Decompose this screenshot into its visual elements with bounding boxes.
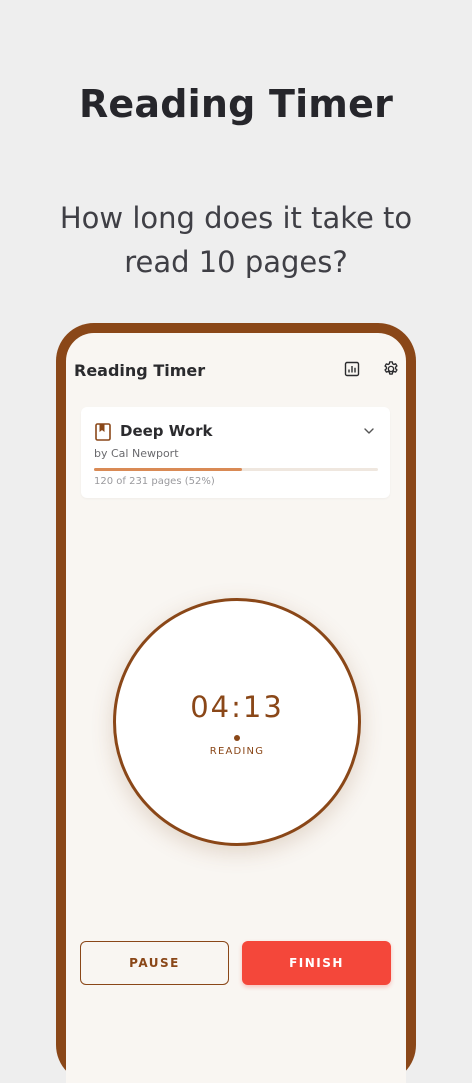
timer-circle: 04:13 READING	[113, 598, 361, 846]
app-title: Reading Timer	[74, 361, 206, 380]
timer-display: 04:13	[190, 690, 284, 724]
settings-button[interactable]	[375, 353, 406, 385]
reading-progress-bar	[94, 468, 378, 471]
book-author: by Cal Newport	[94, 447, 179, 460]
finish-button[interactable]: FINISH	[242, 941, 391, 985]
status-dot	[234, 735, 240, 741]
reading-progress-fill	[94, 468, 242, 471]
phone-frame: Reading Timer Deep Work by Cal Newport 1…	[56, 323, 416, 1083]
book-title: Deep Work	[120, 422, 213, 440]
stats-button[interactable]	[336, 353, 368, 385]
bar-chart-icon	[344, 361, 360, 377]
timer-status-label: READING	[209, 746, 265, 757]
reading-progress-text: 120 of 231 pages (52%)	[94, 476, 215, 487]
book-selector-card[interactable]: Deep Work by Cal Newport 120 of 231 page…	[81, 407, 390, 498]
chevron-down-icon[interactable]	[362, 424, 376, 438]
pause-button[interactable]: PAUSE	[80, 941, 229, 985]
promo-subtitle: How long does it take to read 10 pages?	[59, 201, 413, 279]
promo-title: Reading Timer	[78, 82, 394, 126]
book-icon	[95, 423, 111, 441]
app-screen: Reading Timer Deep Work by Cal Newport 1…	[66, 333, 406, 1083]
gear-icon	[384, 361, 398, 375]
